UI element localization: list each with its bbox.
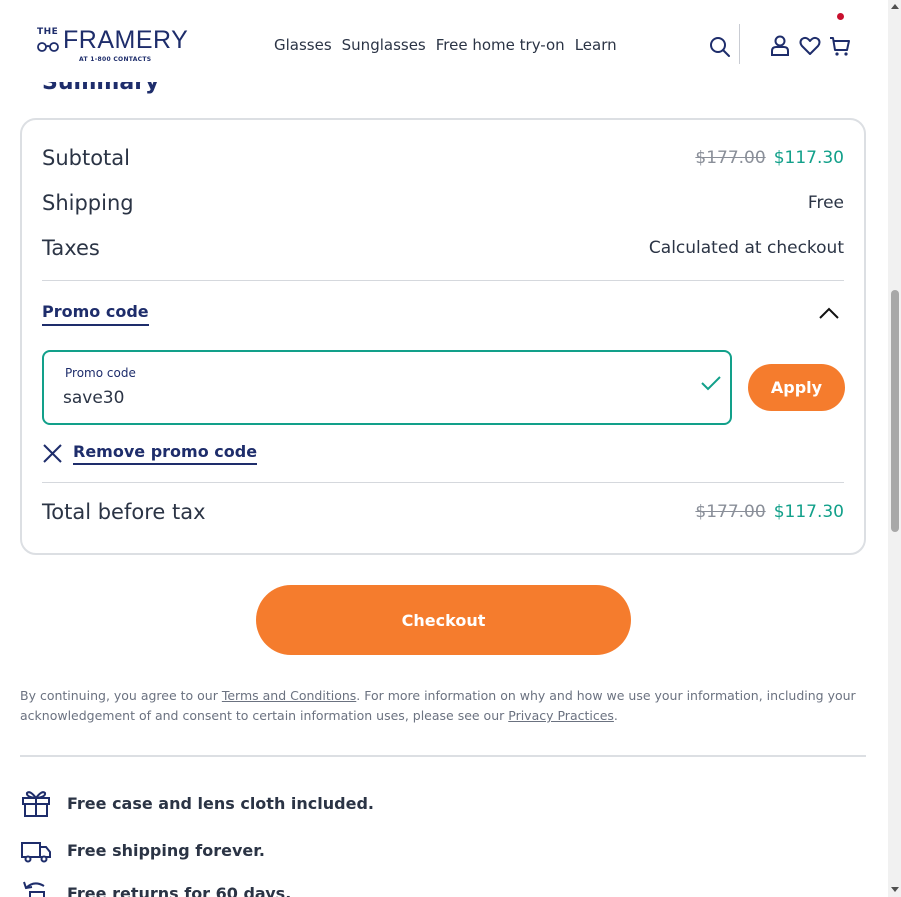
legal-part-1: By continuing, you agree to our <box>20 688 222 703</box>
checkout-button[interactable]: Checkout <box>256 585 631 655</box>
remove-promo-label: Remove promo code <box>73 442 258 465</box>
promo-field-label: Promo code <box>65 366 136 380</box>
scroll-up-arrow-icon[interactable] <box>891 4 899 9</box>
cart-icon[interactable] <box>829 35 851 57</box>
total-value: $177.00 $117.30 <box>695 502 844 522</box>
perk-text: Free returns for 60 days. <box>67 883 292 897</box>
site-header: THE FRAMERY AT 1-800 CONTACTS Glasses Su… <box>0 0 888 82</box>
scroll-thumb[interactable] <box>891 290 899 532</box>
apply-button[interactable]: Apply <box>748 364 845 411</box>
truck-icon <box>21 842 51 863</box>
header-divider <box>739 24 740 64</box>
perks-divider <box>20 755 866 757</box>
legal-part-3: . <box>613 708 618 723</box>
user-icon[interactable] <box>770 34 790 56</box>
perk-item: Free returns for 60 days. <box>20 878 291 897</box>
nav-free-home-try-on[interactable]: Free home try-on <box>436 36 565 54</box>
logo-subtitle: AT 1-800 CONTACTS <box>79 56 152 63</box>
close-icon <box>43 444 62 463</box>
perk-item: Free shipping forever. <box>20 835 265 865</box>
glasses-logo-icon <box>37 42 59 52</box>
privacy-link[interactable]: Privacy Practices <box>508 708 614 723</box>
logo-brand: FRAMERY <box>63 26 189 54</box>
perk-text: Free shipping forever. <box>67 840 265 860</box>
scroll-down-arrow-icon[interactable] <box>891 887 899 892</box>
order-summary-card: Subtotal $177.00 $117.30 Shipping Free Ta… <box>20 118 866 555</box>
taxes-label: Taxes <box>42 236 100 260</box>
legal-text: By continuing, you agree to our Terms an… <box>20 686 870 726</box>
total-divider <box>42 482 844 483</box>
total-label: Total before tax <box>42 500 206 524</box>
subtotal-label: Subtotal <box>42 146 130 170</box>
remove-promo-code-link[interactable]: Remove promo code <box>42 442 258 465</box>
chevron-up-icon[interactable] <box>818 306 840 320</box>
cart-notification-dot <box>837 13 844 20</box>
nav-learn[interactable]: Learn <box>575 36 617 54</box>
heart-icon[interactable] <box>799 36 821 56</box>
total-original-price: $177.00 <box>695 502 766 522</box>
summary-divider <box>42 280 844 281</box>
nav-sunglasses[interactable]: Sunglasses <box>342 36 426 54</box>
promo-code-field[interactable]: Promo code <box>42 350 732 425</box>
main-nav: Glasses Sunglasses Free home try-on Lear… <box>274 36 617 54</box>
gift-icon <box>22 791 50 817</box>
shipping-label: Shipping <box>42 191 134 215</box>
shipping-value: Free <box>807 193 844 213</box>
checkmark-icon <box>701 376 721 391</box>
search-icon[interactable] <box>709 36 731 58</box>
scrollbar[interactable] <box>888 0 901 897</box>
perk-text: Free case and lens cloth included. <box>67 793 374 813</box>
logo-the: THE <box>37 27 59 37</box>
nav-glasses[interactable]: Glasses <box>274 36 332 54</box>
framery-logo[interactable]: THE FRAMERY AT 1-800 CONTACTS <box>37 26 188 65</box>
return-icon <box>23 881 45 897</box>
promo-code-input[interactable] <box>63 388 663 408</box>
perk-item: Free case and lens cloth included. <box>20 788 374 818</box>
total-price: $117.30 <box>773 502 844 522</box>
taxes-value: Calculated at checkout <box>648 238 844 258</box>
subtotal-original-price: $177.00 <box>695 148 766 168</box>
promo-code-toggle[interactable]: Promo code <box>42 302 149 326</box>
terms-link[interactable]: Terms and Conditions <box>222 688 356 703</box>
subtotal-value: $177.00 $117.30 <box>695 148 844 168</box>
subtotal-price: $117.30 <box>773 148 844 168</box>
